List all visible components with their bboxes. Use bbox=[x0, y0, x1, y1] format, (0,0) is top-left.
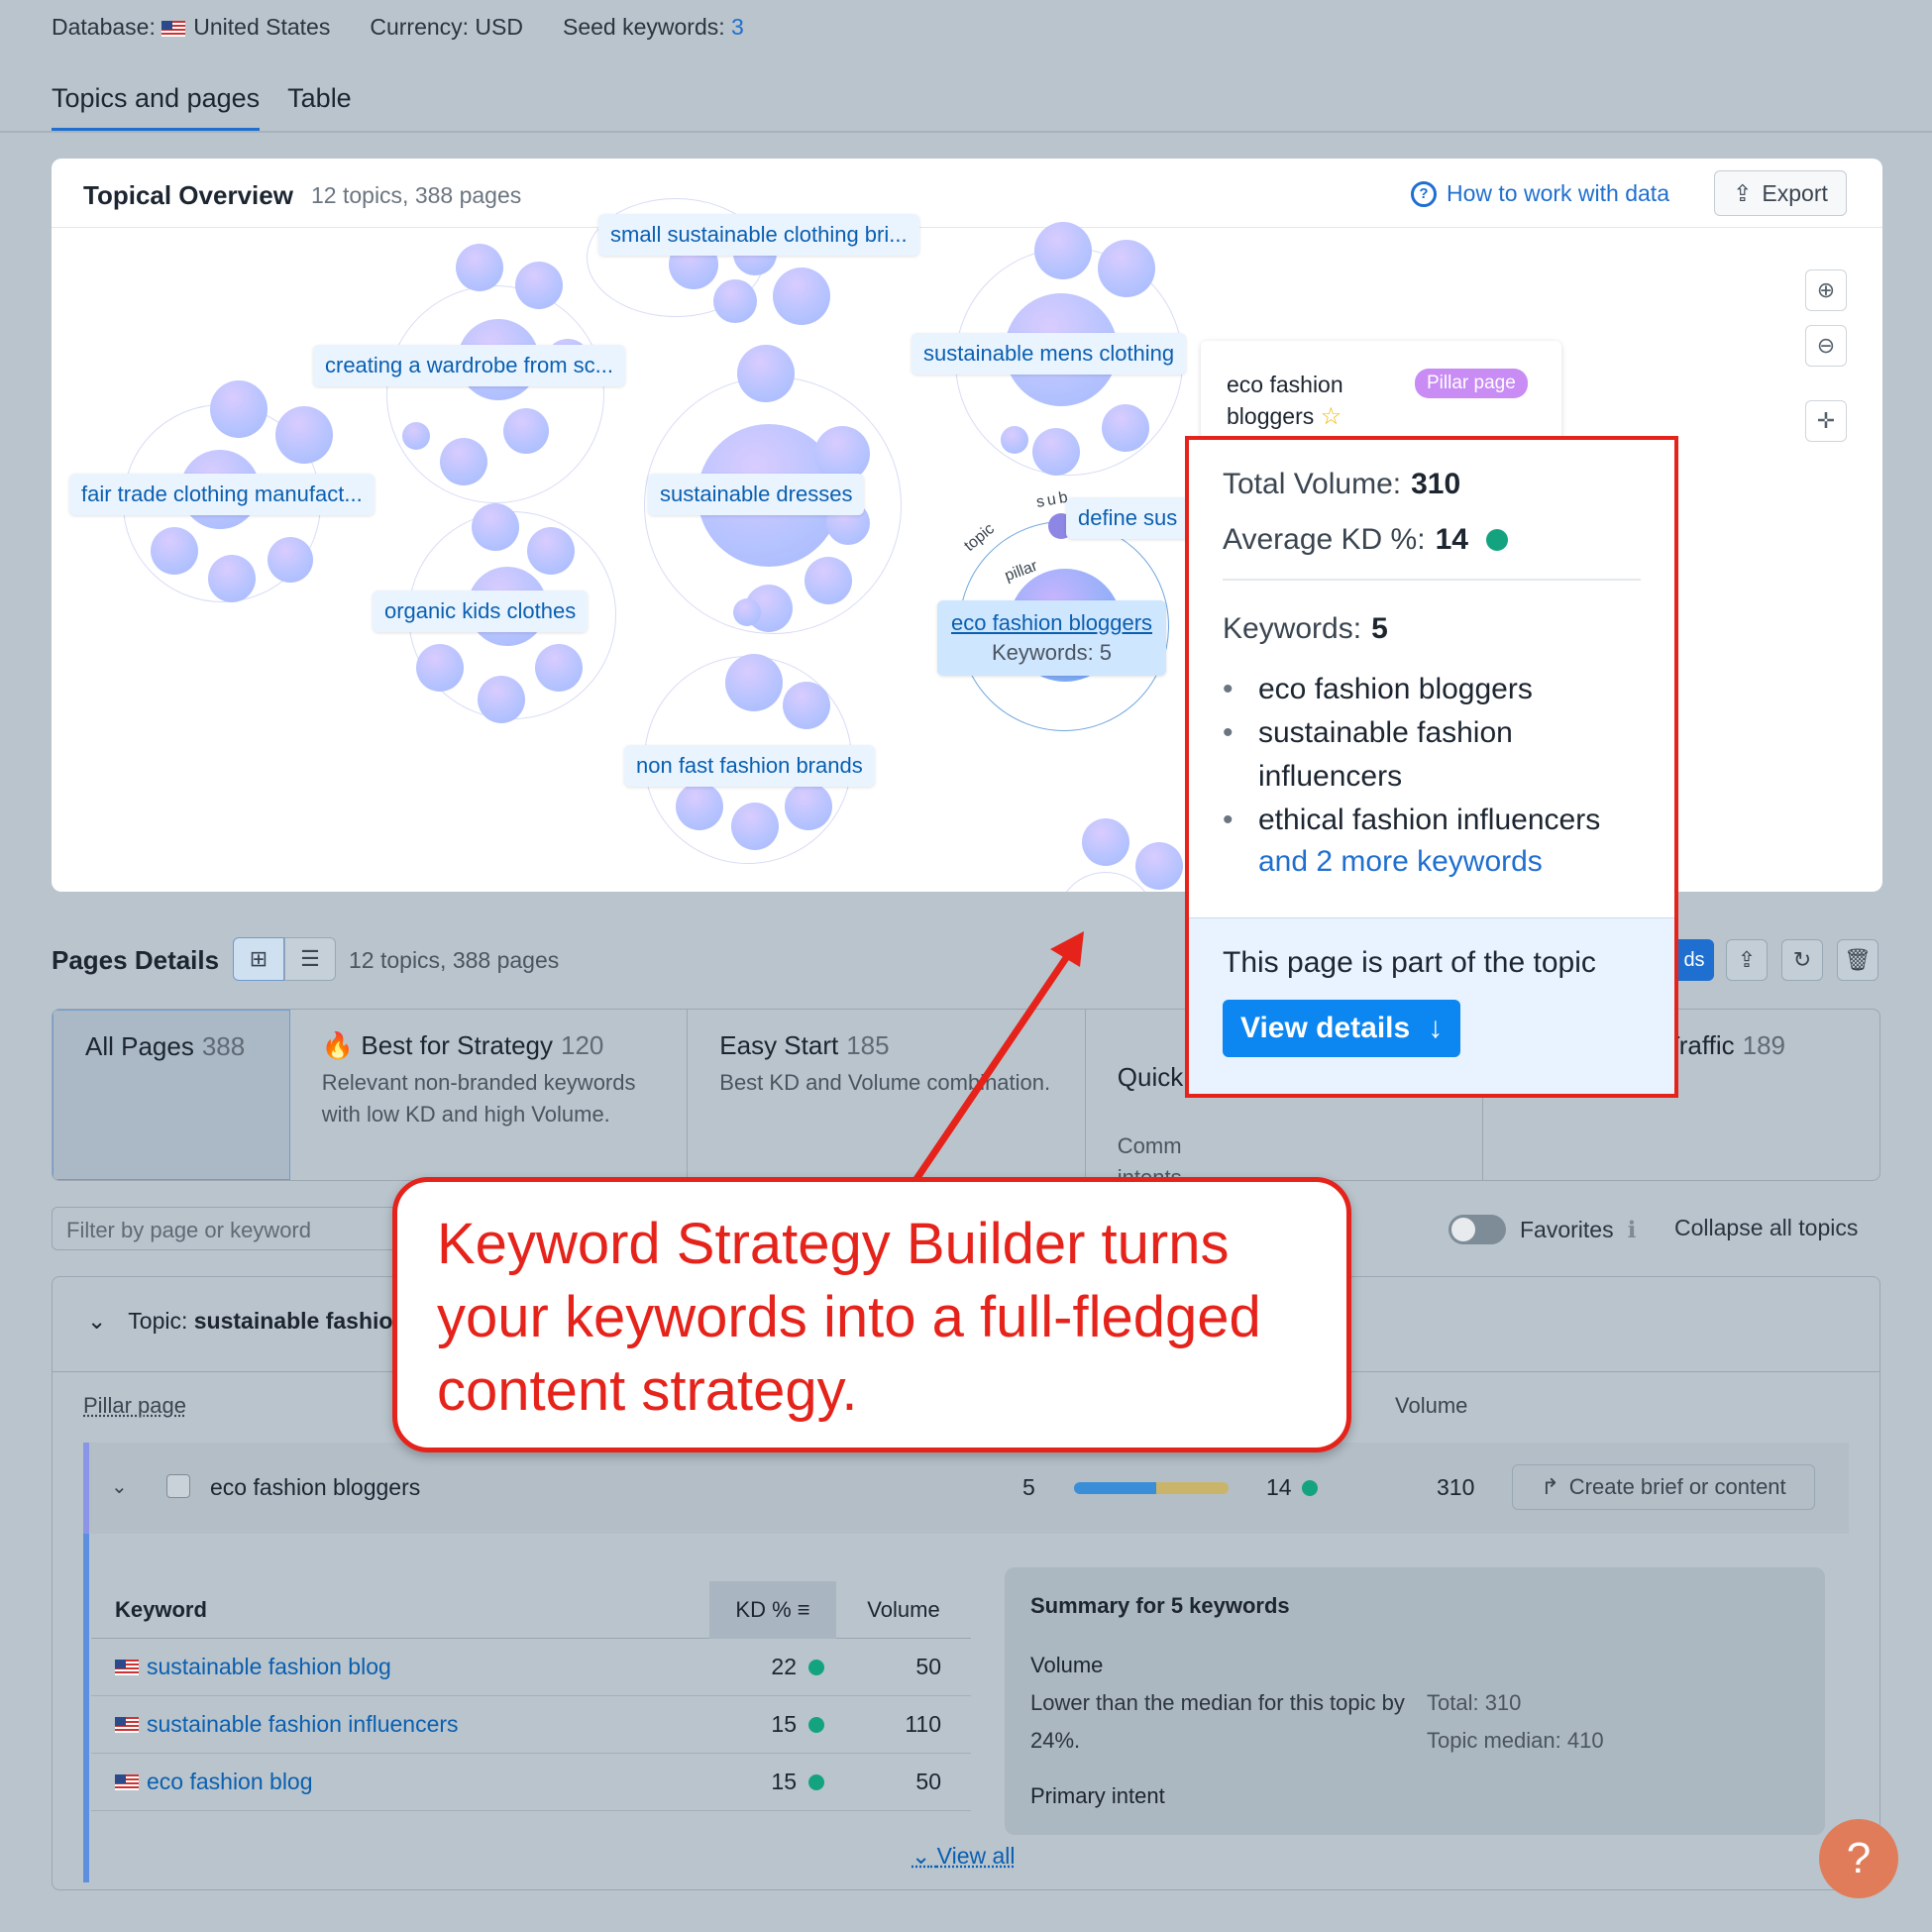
arrow-shaft bbox=[913, 947, 1075, 1181]
annotation-arrow bbox=[913, 931, 1084, 1181]
callout-text: Keyword Strategy Builder turns your keyw… bbox=[437, 1212, 1261, 1423]
annotation-callout: Keyword Strategy Builder turns your keyw… bbox=[392, 1177, 1351, 1452]
